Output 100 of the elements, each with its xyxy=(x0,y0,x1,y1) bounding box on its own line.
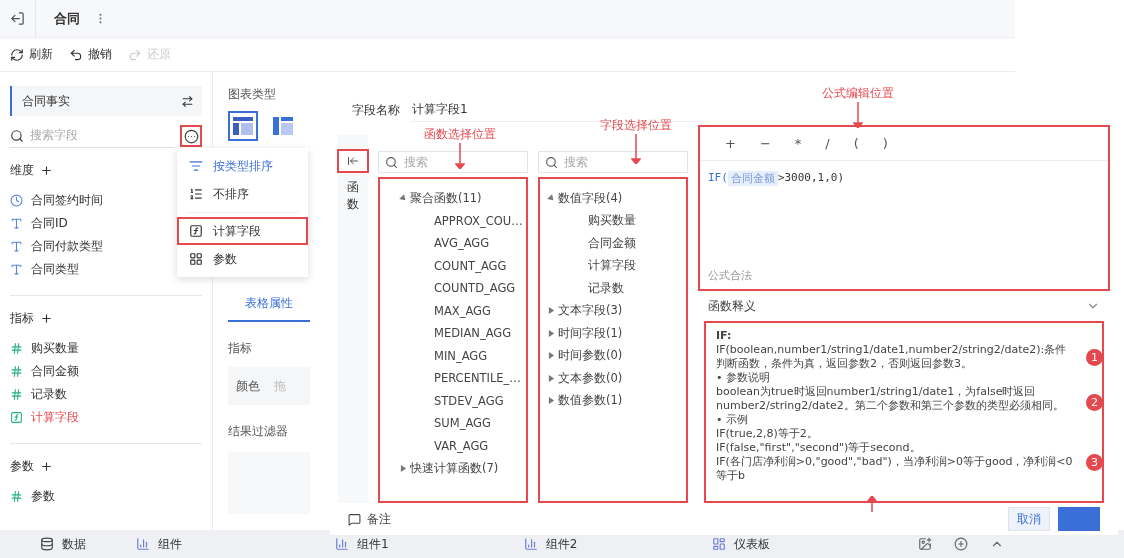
field-item[interactable]: 计算字段 xyxy=(10,406,202,429)
menu-item[interactable]: 按类型排序 xyxy=(177,152,308,180)
field-item[interactable]: 参数 xyxy=(10,485,202,508)
tree-group[interactable]: 文本字段(3) xyxy=(546,299,623,322)
add-icon[interactable] xyxy=(40,312,53,325)
function-icon xyxy=(189,224,203,238)
toolbar-button[interactable]: 刷新 xyxy=(10,46,53,63)
note-link[interactable]: 备注 xyxy=(348,510,391,528)
tree-item[interactable]: 合同金额 xyxy=(546,232,636,255)
table-icon xyxy=(233,117,253,135)
collapse-icon xyxy=(347,155,359,167)
section-title: 指标 xyxy=(228,340,253,357)
search-placeholder: 搜索 xyxy=(564,153,588,171)
tree-item[interactable]: PERCENTILE_… xyxy=(386,367,521,390)
caret-icon xyxy=(548,374,555,382)
annotation-label: 公式编辑位置 xyxy=(822,85,894,102)
caret-icon xyxy=(548,329,555,337)
tree-item[interactable]: MIN_AGG xyxy=(386,344,488,367)
operator-button[interactable]: ) xyxy=(879,136,891,151)
tree-item[interactable]: 购买数量 xyxy=(546,209,636,232)
side-tab-label[interactable]: 函数 xyxy=(347,179,359,213)
more-button[interactable] xyxy=(180,125,202,147)
panel-title: 图表类型 xyxy=(228,86,277,103)
grid-icon xyxy=(189,252,203,266)
section-title: 维度 xyxy=(10,162,34,179)
tree-group[interactable]: 时间字段(1) xyxy=(546,322,623,345)
add-chart-icon[interactable] xyxy=(918,537,932,551)
tab[interactable]: 表格属性 xyxy=(228,289,310,322)
tab[interactable]: 合同 xyxy=(35,0,125,38)
tree-item[interactable]: COUNT_AGG xyxy=(386,254,507,277)
toolbar-button[interactable]: 撤销 xyxy=(69,46,112,63)
menu-item[interactable]: 不排序 xyxy=(177,180,308,208)
tree-group[interactable]: 快速计算函数(7) xyxy=(386,457,499,480)
cancel-button[interactable]: 取消 xyxy=(1008,507,1050,531)
operator-button[interactable]: / xyxy=(822,136,833,151)
field-item[interactable]: 购买数量 xyxy=(10,337,202,360)
tree-group[interactable]: 文本参数(0) xyxy=(546,367,623,390)
canvas-tab[interactable]: 组件1 xyxy=(335,535,389,553)
undo-icon xyxy=(69,47,83,62)
dashboard-icon xyxy=(712,537,727,551)
swap-icon[interactable] xyxy=(181,94,194,108)
operator-button[interactable]: ( xyxy=(850,136,862,151)
tree-item[interactable]: COUNTD_AGG xyxy=(386,277,516,300)
canvas-tab[interactable]: 组件2 xyxy=(523,535,578,553)
collapse-button[interactable] xyxy=(337,149,369,173)
tree-item[interactable]: SUM_AGG xyxy=(386,412,491,435)
bar-chart-icon xyxy=(136,537,150,551)
add-icon[interactable] xyxy=(40,164,53,177)
operator-button[interactable]: + xyxy=(722,136,739,151)
dataset-bar[interactable]: 合同事实 xyxy=(10,86,202,116)
doc-heading: • 示例 xyxy=(716,413,749,427)
tree-item[interactable]: APPROX_COU… xyxy=(386,209,523,232)
doc-text: IF: xyxy=(716,329,733,343)
text-type-icon xyxy=(10,263,23,276)
tree-item[interactable]: VAR_AGG xyxy=(386,434,489,457)
tree-group[interactable]: 数值参数(1) xyxy=(546,389,623,412)
list-icon xyxy=(189,187,203,201)
comment-icon xyxy=(348,512,361,526)
menu-item[interactable]: 参数 xyxy=(177,245,308,273)
tree-item[interactable]: 记录数 xyxy=(546,277,624,300)
color-label: 颜色 xyxy=(236,377,260,395)
tree-item[interactable]: 计算字段 xyxy=(546,254,636,277)
operator-button[interactable]: * xyxy=(791,136,805,151)
tree-item[interactable]: AVG_AGG xyxy=(386,232,490,255)
caret-icon xyxy=(548,397,555,405)
section-title: 指标 xyxy=(10,310,34,327)
arrow xyxy=(455,143,465,169)
hash-icon xyxy=(10,342,23,355)
tree-item[interactable]: STDEV_AGG xyxy=(386,389,504,412)
field-item[interactable]: 记录数 xyxy=(10,383,202,406)
hash-icon xyxy=(10,490,23,503)
add-icon[interactable] xyxy=(40,460,53,473)
section-title: 结果过滤器 xyxy=(228,423,289,440)
doc-heading: • 参数说明 xyxy=(716,371,771,385)
tree-group[interactable]: 聚合函数(11) xyxy=(386,187,482,210)
redo-icon xyxy=(128,47,142,62)
field-name-label: 字段名称 xyxy=(352,101,400,119)
chart-type-button[interactable] xyxy=(228,111,258,141)
doc-text: IF(boolean,number1/string1/date1,number2/string2/date2):条件判断函数，条件为真，返回参数2，否则返回参数3。 xyxy=(716,343,1068,371)
caret-icon xyxy=(548,352,555,360)
doc-header[interactable]: 函数释义 xyxy=(698,291,1110,321)
formula-status: 公式合法 xyxy=(707,268,753,284)
tree-group[interactable]: 时间参数(0) xyxy=(546,344,623,367)
tree-item[interactable]: MAX_AGG xyxy=(386,299,491,322)
text-type-icon xyxy=(10,217,23,230)
clock-icon xyxy=(10,194,23,207)
doc-text: IF(true,2,8)等于2。 xyxy=(716,427,819,441)
refresh-icon xyxy=(10,47,24,62)
canvas-tab[interactable]: 仪表板 xyxy=(712,535,771,553)
menu-item[interactable]: 计算字段 xyxy=(177,217,308,245)
tree-item[interactable]: MEDIAN_AGG xyxy=(386,322,512,345)
formula-function: IF( xyxy=(708,171,728,184)
operator-button[interactable]: − xyxy=(756,136,774,151)
panel-tab[interactable]: 数据 xyxy=(40,535,86,553)
tree-group[interactable]: 数值字段(4) xyxy=(546,187,623,210)
database-icon xyxy=(40,537,54,551)
section-title: 参数 xyxy=(10,458,34,475)
panel-tab[interactable]: 组件 xyxy=(136,535,182,553)
formula-editor[interactable]: + − * / ( ) IF( 合同金额 >3000,1,0) 公式合法 xyxy=(698,125,1110,291)
field-item[interactable]: 合同金额 xyxy=(10,360,202,383)
